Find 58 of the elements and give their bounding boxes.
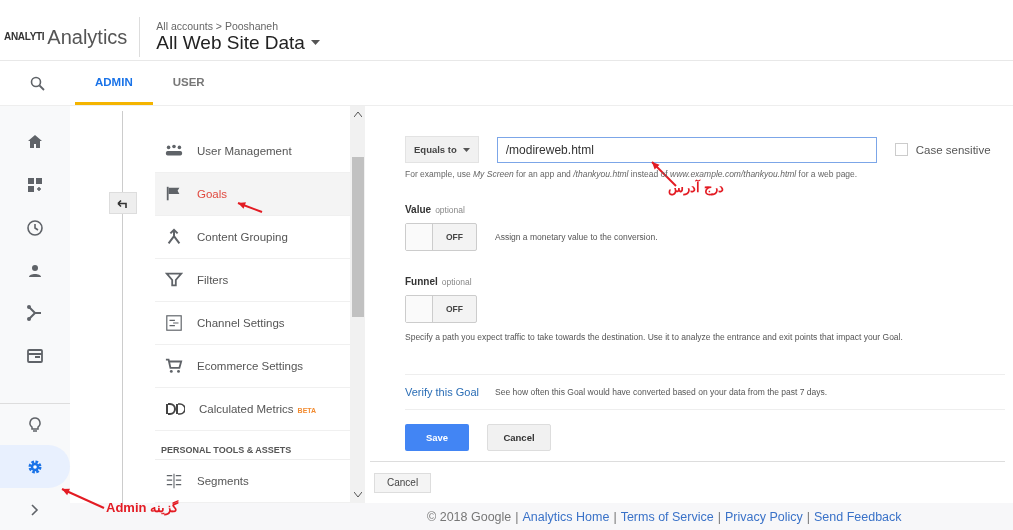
annotation-arrow <box>237 202 263 213</box>
scroll-thumb[interactable] <box>351 157 364 317</box>
annotation-arrow <box>61 488 105 509</box>
footer-link[interactable]: Analytics Home <box>522 510 610 524</box>
lightbulb-icon <box>26 415 44 434</box>
footer-link[interactable]: Privacy Policy <box>724 510 803 524</box>
window-icon <box>26 347 44 366</box>
checkbox-label: Case sensitive <box>915 143 991 156</box>
breadcrumb[interactable]: All accounts > Pooshaneh <box>156 19 320 32</box>
toggle-switch[interactable]: OFF <box>405 295 477 323</box>
back-button[interactable] <box>108 192 137 214</box>
option-description: Assign a monetary value to the conversion. <box>495 232 658 242</box>
match-type-dropdown[interactable]: Equals to <box>405 136 479 163</box>
tab[interactable]: USER <box>152 61 225 105</box>
optional-tag: optional <box>435 205 465 215</box>
caret-icon <box>462 147 470 152</box>
annotation-text: درج آدرس <box>668 180 724 195</box>
caret-icon[interactable] <box>310 40 320 45</box>
cancel-button[interactable]: Cancel <box>374 472 432 493</box>
option-label: Funnel <box>405 276 438 287</box>
separator: | <box>515 510 519 524</box>
save-button[interactable]: Save <box>405 424 469 451</box>
copyright-text: © 2018 Google <box>427 510 512 524</box>
url-input-field[interactable]: /modireweb.html <box>496 136 877 163</box>
tab[interactable]: ADMIN <box>75 61 153 105</box>
optional-tag: optional <box>441 277 472 287</box>
search-icon[interactable] <box>30 75 45 91</box>
verify-link[interactable]: Verify this Goal <box>405 386 479 398</box>
footer-link[interactable]: Send Feedback <box>814 510 902 524</box>
scroll-up-icon[interactable] <box>353 112 362 117</box>
rail-item[interactable] <box>0 445 70 489</box>
annotation-text: گزینه Admin <box>106 500 179 515</box>
filter-icon <box>165 271 183 289</box>
merge-icon <box>165 228 183 246</box>
separator: | <box>613 510 617 524</box>
scroll-down-icon[interactable] <box>353 492 362 497</box>
separator: | <box>717 510 721 524</box>
separator: | <box>806 510 810 524</box>
option-description: Specify a path you expect traffic to take towards the destination. Use it to analyze the entrance and exit points that impact your Goal. <box>405 331 904 344</box>
menu-item[interactable]: Goals <box>155 173 350 216</box>
logo-text: ANALYTI <box>4 31 45 42</box>
toggle-switch[interactable]: OFF <box>405 223 477 251</box>
clock-icon <box>26 218 44 237</box>
dashboard-icon <box>26 176 44 195</box>
sliders-icon <box>165 314 183 332</box>
back-arrow-icon <box>116 198 129 208</box>
fork-icon <box>26 304 44 323</box>
segments-icon <box>165 472 183 490</box>
dd-icon <box>165 402 185 416</box>
cart-icon <box>165 357 183 375</box>
view-selector[interactable]: All Web Site Data <box>156 31 305 54</box>
option-label: Value <box>405 204 432 215</box>
checkbox[interactable] <box>894 143 908 156</box>
verify-description: See how often this Goal would have converted based on your data from the past 7 days. <box>495 387 828 397</box>
scrollbar[interactable] <box>350 106 365 503</box>
cancel-button[interactable]: Cancel <box>487 424 551 451</box>
footer-link[interactable]: Terms of Service <box>620 510 714 524</box>
product-name: Analytics <box>47 16 141 57</box>
